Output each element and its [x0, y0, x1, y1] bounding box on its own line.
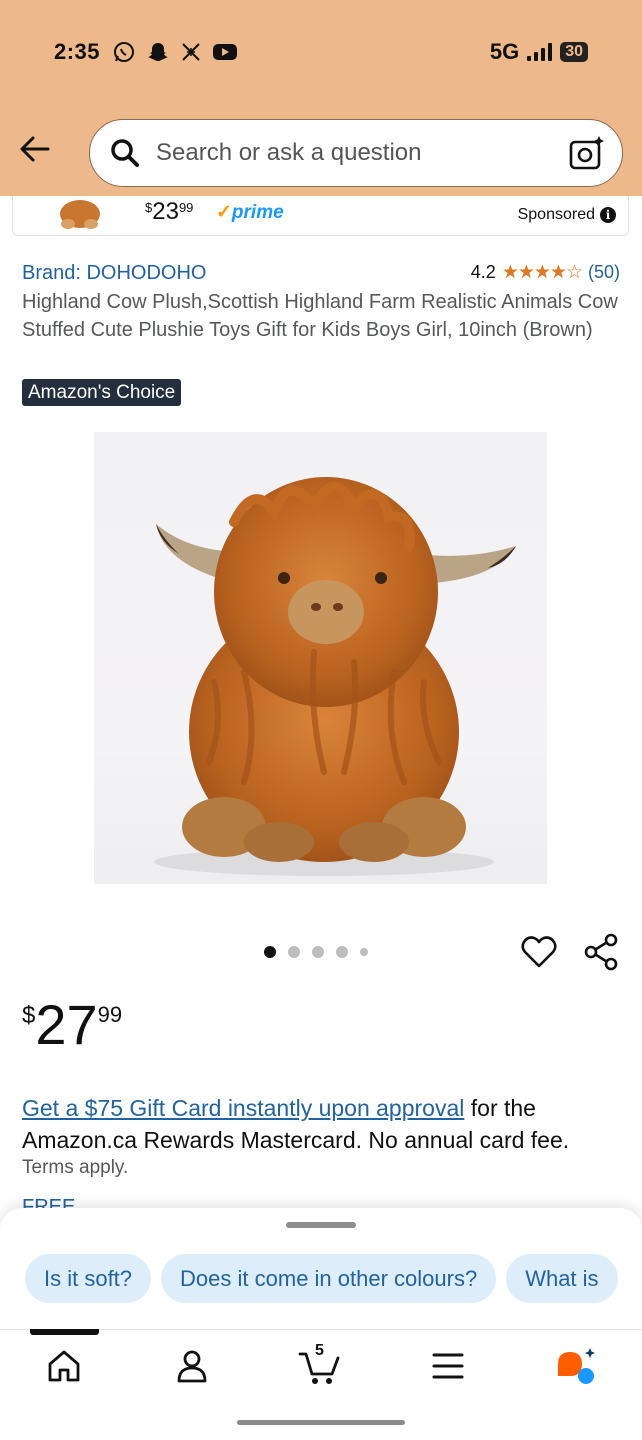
- suggestion-chip[interactable]: Does it come in other colours?: [161, 1254, 497, 1303]
- bottom-nav: 5: [0, 1329, 642, 1440]
- rating-count[interactable]: (50): [588, 262, 620, 283]
- menu-icon: [432, 1353, 464, 1379]
- terms-text: Terms apply.: [22, 1157, 129, 1178]
- system-home-indicator[interactable]: [237, 1420, 405, 1425]
- search-bar[interactable]: Search or ask a question: [89, 119, 623, 187]
- rating-value: 4.2: [470, 262, 496, 282]
- sponsored-price: $2399: [145, 198, 194, 225]
- network-label: 5G: [489, 39, 520, 64]
- search-icon: [111, 139, 139, 167]
- sponsored-label[interactable]: Sponsored i: [518, 206, 616, 224]
- rating-summary[interactable]: 4.2 ★★★★☆ (50): [471, 261, 620, 284]
- nav-rufus[interactable]: [544, 1344, 608, 1388]
- share-icon[interactable]: [582, 933, 620, 971]
- back-arrow-icon[interactable]: [18, 132, 52, 166]
- camera-search-icon[interactable]: [568, 134, 606, 172]
- highland-cow-plush-illustration: [154, 477, 516, 876]
- carousel-dot[interactable]: [336, 946, 348, 958]
- info-icon[interactable]: i: [600, 207, 616, 223]
- account-icon: [177, 1350, 207, 1383]
- cart-count: 5: [315, 1342, 324, 1359]
- sponsored-ad[interactable]: $2399 ✓prime Sponsored i: [12, 196, 629, 236]
- nav-account[interactable]: [160, 1344, 224, 1388]
- suggestion-chip[interactable]: Is it soft?: [25, 1254, 152, 1303]
- search-input[interactable]: Search or ask a question: [156, 139, 568, 167]
- battery-icon: 30: [560, 42, 588, 62]
- carousel-dot[interactable]: [360, 948, 368, 956]
- heart-icon[interactable]: [520, 933, 558, 971]
- image-carousel-dots[interactable]: [264, 946, 368, 958]
- home-icon: [48, 1350, 80, 1382]
- product-price: $ 27 99: [22, 993, 123, 1056]
- notification-icons: [112, 40, 238, 64]
- x-icon: [182, 43, 200, 61]
- carousel-dot[interactable]: [288, 946, 300, 958]
- whatsapp-icon: [114, 42, 135, 62]
- amazons-choice-badge[interactable]: Amazon's Choice: [22, 379, 182, 406]
- youtube-icon: [213, 44, 238, 60]
- app-header: 2:35 5G 30 Search or ask a question: [0, 0, 642, 196]
- brand-link[interactable]: Brand: DOHODOHO: [22, 262, 206, 285]
- snapchat-icon: [148, 43, 169, 61]
- product-page: 2:35 5G 30 Search or ask a question $239…: [0, 0, 642, 1440]
- nav-home[interactable]: [32, 1344, 96, 1388]
- product-title: Highland Cow Plush,Scottish Highland Far…: [22, 291, 618, 341]
- status-bar: 2:35 5G 30: [54, 34, 588, 70]
- credit-card-promo: Get a $75 Gift Card instantly upon appro…: [22, 1092, 632, 1156]
- nav-menu[interactable]: [416, 1344, 480, 1388]
- active-tab-indicator: [30, 1329, 99, 1335]
- carousel-dot[interactable]: [264, 946, 276, 958]
- suggestions-sheet[interactable]: Is it soft? Does it come in other colour…: [0, 1208, 642, 1330]
- sheet-drag-handle[interactable]: [286, 1222, 356, 1228]
- nav-cart[interactable]: 5: [288, 1342, 352, 1388]
- rating-stars: ★★★★☆: [501, 262, 583, 283]
- rufus-icon: [558, 1348, 595, 1384]
- carousel-dot[interactable]: [312, 946, 324, 958]
- gift-card-link[interactable]: Get a $75 Gift Card instantly upon appro…: [22, 1095, 464, 1121]
- signal-icon: [527, 43, 553, 61]
- suggestion-chips: Is it soft? Does it come in other colour…: [25, 1254, 618, 1303]
- prime-badge: ✓prime: [216, 202, 284, 223]
- product-image[interactable]: [94, 432, 547, 884]
- sponsored-thumbnail: [60, 200, 100, 229]
- status-time: 2:35: [54, 39, 101, 64]
- delivery-peek-text: FREE: [22, 1196, 76, 1208]
- suggestion-chip[interactable]: What is: [506, 1254, 618, 1303]
